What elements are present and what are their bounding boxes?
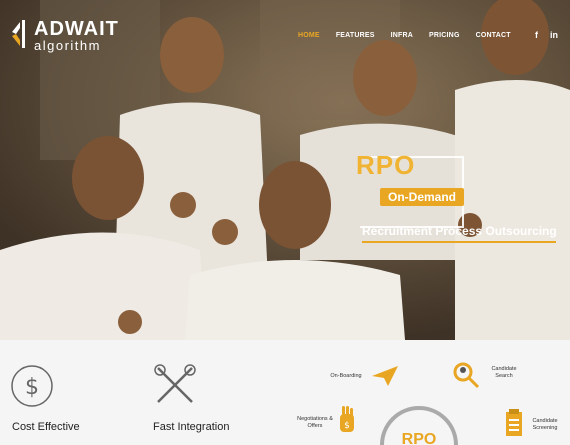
candidate-search-label: Candidate Search <box>491 366 517 379</box>
tools-icon <box>154 364 196 403</box>
brand-subtitle: algorithm <box>34 38 101 53</box>
svg-text:$: $ <box>344 421 350 431</box>
brand-logo[interactable]: ADWAIT algorithm <box>10 18 120 54</box>
nav-item-pricing[interactable]: PRICING <box>429 32 460 39</box>
candidate-screening-icon <box>506 409 522 436</box>
candidate-screening-label: Candidate Screening <box>532 418 558 431</box>
candidate-search-icon <box>453 362 480 389</box>
nav-item-home[interactable]: HOME <box>298 32 320 39</box>
features-section: $ Cost Effective Fast Integration On-Boa… <box>0 340 570 445</box>
hero-banner: ADWAIT algorithm HOME FEATURES INFRA PRI… <box>0 0 570 340</box>
nav-item-infra[interactable]: INFRA <box>391 32 413 39</box>
logo-mark-icon <box>12 20 25 48</box>
svg-text:$: $ <box>25 375 39 400</box>
rpo-badge: RPO On-Demand Recruitment Process Outsou… <box>356 150 566 250</box>
rpo-title: RPO <box>356 150 416 180</box>
dollar-circle-icon: $ <box>11 365 53 407</box>
social-links: f in <box>535 30 558 40</box>
negotiations-label: Negotiations & Offers <box>297 416 333 429</box>
tagline-underline <box>362 241 556 243</box>
hand-offer-icon: $ <box>340 406 354 432</box>
rpo-cycle-center: RPO <box>402 431 437 445</box>
linkedin-icon[interactable]: in <box>550 30 558 40</box>
facebook-icon[interactable]: f <box>535 30 538 40</box>
onboarding-label: On-Boarding <box>330 373 362 379</box>
hero-tagline: Recruitment Process Outsourcing <box>362 224 557 238</box>
rpo-cycle-graphic: RPO <box>380 406 458 445</box>
nav-item-contact[interactable]: CONTACT <box>476 32 511 39</box>
feature-cost-effective-label: Cost Effective <box>12 421 80 433</box>
airplane-icon <box>372 366 398 386</box>
nav-item-features[interactable]: FEATURES <box>336 32 375 39</box>
main-nav: HOME FEATURES INFRA PRICING CONTACT <box>298 32 527 39</box>
on-demand-tag: On-Demand <box>380 188 465 206</box>
feature-fast-integration-label: Fast Integration <box>153 421 230 433</box>
